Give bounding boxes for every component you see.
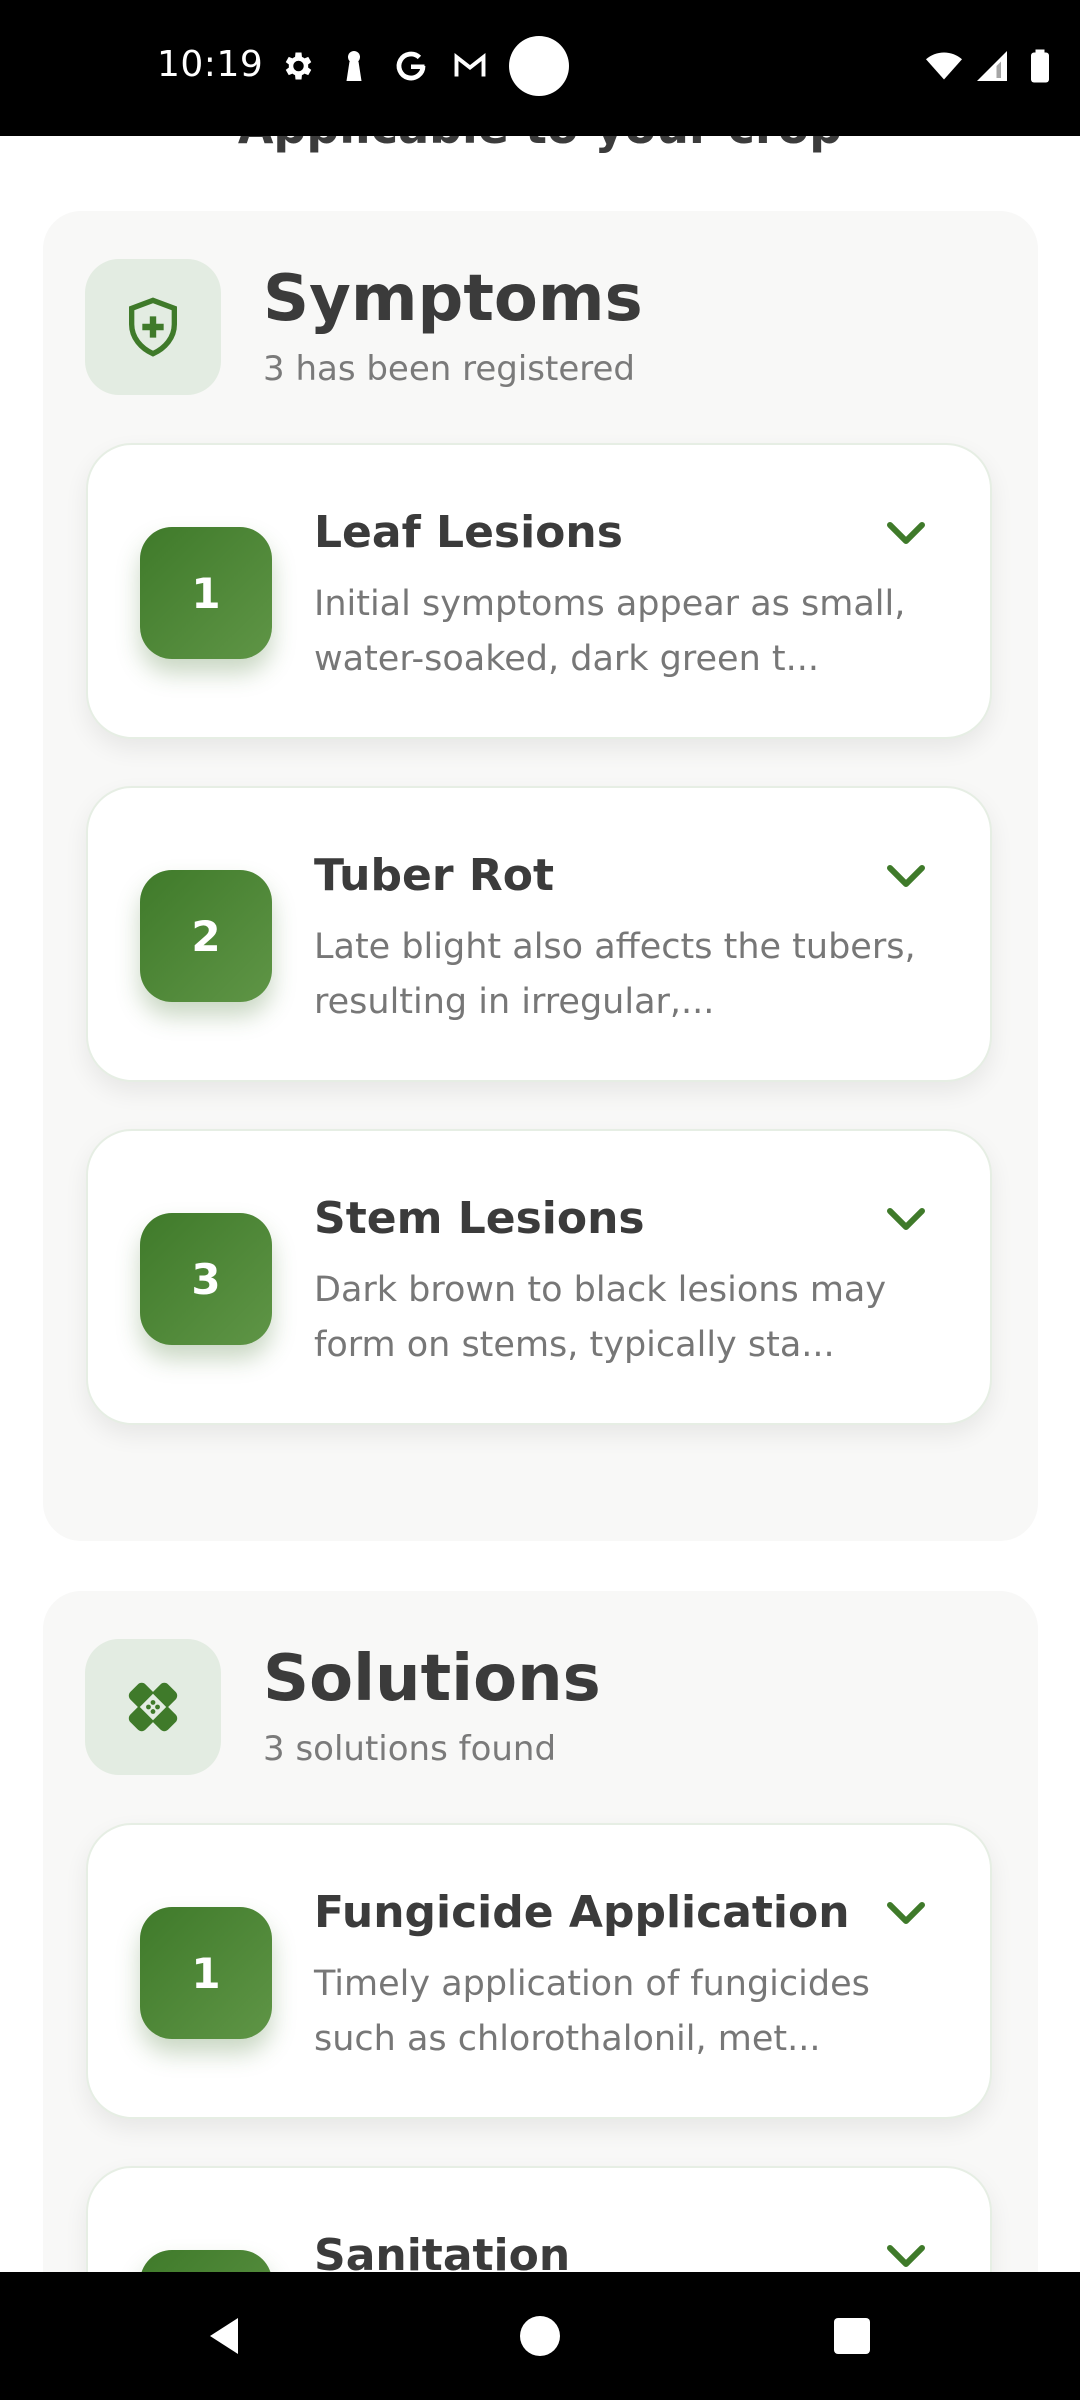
number-badge: 2 [140, 2250, 272, 2272]
keyhole-icon [336, 48, 372, 84]
card-title: Tuber Rot [314, 850, 555, 901]
symptom-card-tuber-rot[interactable]: 2 Tuber Rot Late blight also affects the… [86, 786, 992, 1082]
google-g-icon [393, 48, 429, 84]
card-title: Fungicide Application [314, 1887, 850, 1938]
gmail-icon [452, 48, 488, 84]
card-description: Dark brown to black lesions may form on … [314, 1270, 887, 1365]
number-badge: 2 [140, 870, 272, 1002]
section-title: Solutions [263, 1642, 601, 1716]
scroll-content[interactable]: Applicable to your crop Symptoms 3 has b… [0, 136, 1080, 2272]
navigation-bar [0, 2272, 1080, 2400]
shield-plus-icon [85, 259, 221, 395]
symptom-card-leaf-lesions[interactable]: 1 Leaf Lesions Initial symptoms appear a… [86, 443, 992, 739]
section-title: Symptoms [263, 262, 643, 336]
chevron-down-icon[interactable] [886, 1205, 926, 1233]
card-description: Timely application of fungicides such as… [314, 1964, 870, 2059]
signal-icon [974, 48, 1010, 84]
number-badge: 1 [140, 1907, 272, 2039]
chevron-down-icon[interactable] [886, 1899, 926, 1927]
bandage-icon [85, 1639, 221, 1775]
chevron-down-icon[interactable] [886, 2242, 926, 2270]
battery-icon [1022, 48, 1058, 84]
card-title: Sanitation [314, 2230, 571, 2272]
card-description: Late blight also affects the tubers, res… [314, 927, 916, 1022]
gear-icon [279, 48, 315, 84]
chevron-down-icon[interactable] [886, 862, 926, 890]
solution-card-fungicide-application[interactable]: 1 Fungicide Application Timely applicati… [86, 1823, 992, 2119]
number-badge: 3 [140, 1213, 272, 1345]
status-time: 10:19 [157, 44, 264, 85]
solutions-section: Solutions 3 solutions found 1 Fungicide … [43, 1591, 1038, 2272]
chevron-down-icon[interactable] [886, 519, 926, 547]
section-subtitle: 3 has been registered [263, 349, 635, 389]
card-title: Leaf Lesions [314, 507, 623, 558]
recents-icon[interactable] [828, 2312, 876, 2360]
back-icon[interactable] [200, 2312, 248, 2360]
wifi-icon [926, 48, 962, 84]
card-description: Initial symptoms appear as small, water-… [314, 584, 906, 679]
symptom-card-stem-lesions[interactable]: 3 Stem Lesions Dark brown to black lesio… [86, 1129, 992, 1425]
card-title: Stem Lesions [314, 1193, 645, 1244]
solution-card-sanitation[interactable]: 2 Sanitation [86, 2166, 992, 2272]
camera-dot [509, 36, 569, 96]
status-bar: 10:19 [0, 0, 1080, 136]
home-icon[interactable] [516, 2312, 564, 2360]
section-subtitle: 3 solutions found [263, 1729, 557, 1769]
partial-heading: Applicable to your crop [0, 136, 1080, 154]
symptoms-section: Symptoms 3 has been registered 1 Leaf Le… [43, 211, 1038, 1541]
number-badge: 1 [140, 527, 272, 659]
